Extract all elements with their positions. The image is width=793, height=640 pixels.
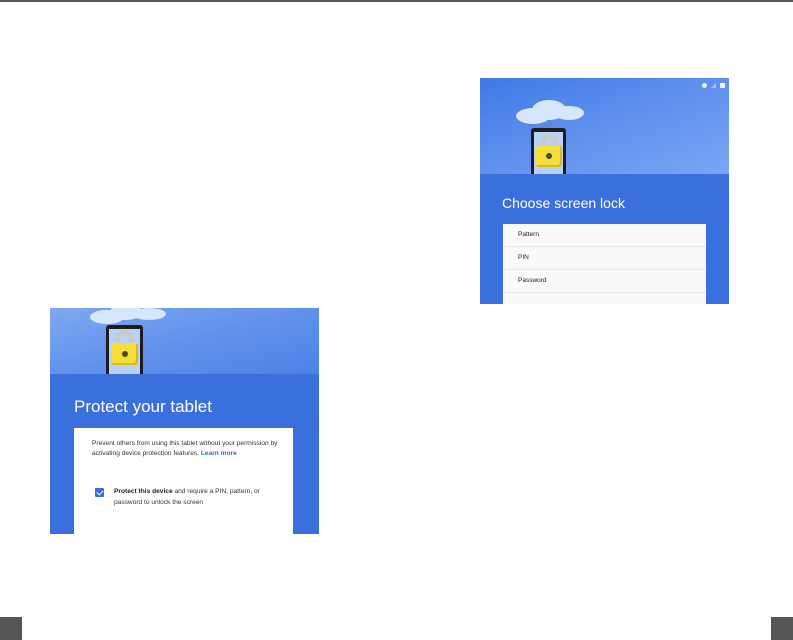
- hero-illustration: [50, 308, 319, 374]
- cloud-icon: [554, 106, 584, 120]
- hero-illustration: [480, 78, 729, 174]
- option-password[interactable]: Password: [503, 270, 706, 293]
- top-rule: [0, 0, 793, 2]
- cloud-icon: [132, 308, 166, 320]
- battery-icon: [720, 82, 725, 88]
- option-pin[interactable]: PIN: [503, 247, 706, 270]
- learn-more-link[interactable]: Learn more: [201, 450, 237, 457]
- page-title: Protect your tablet: [74, 397, 212, 416]
- choose-screen-lock-screenshot: Choose screen lock Pattern PIN Password: [480, 78, 729, 304]
- page-corner-marker: [771, 617, 793, 640]
- page-corner-marker: [0, 617, 22, 640]
- padlock-icon: [536, 134, 562, 168]
- protect-device-label: Protect this device and require a PIN, p…: [114, 488, 260, 506]
- option-pattern[interactable]: Pattern: [503, 224, 706, 247]
- protection-card: Prevent others from using this tablet wi…: [74, 428, 293, 534]
- page-title: Choose screen lock: [502, 195, 625, 211]
- protection-description: Prevent others from using this tablet wi…: [92, 440, 278, 457]
- padlock-icon: [111, 330, 138, 366]
- dnd-icon: [702, 82, 707, 88]
- screen-lock-options: Pattern PIN Password: [503, 224, 706, 304]
- protect-tablet-screenshot: Protect your tablet Prevent others from …: [50, 308, 319, 534]
- signal-icon: [711, 82, 716, 88]
- checkmark-icon: [95, 488, 104, 496]
- protect-device-checkbox[interactable]: [95, 488, 104, 497]
- status-bar: [702, 81, 725, 89]
